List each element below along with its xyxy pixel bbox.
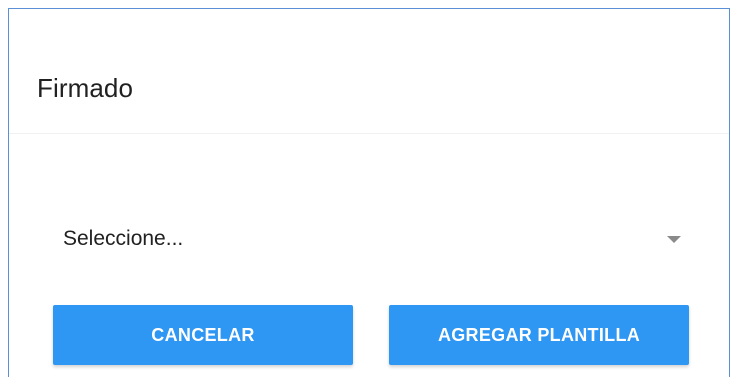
dialog-header: Firmado	[9, 9, 729, 134]
dialog-title: Firmado	[37, 73, 134, 103]
select-value: Seleccione...	[63, 227, 184, 250]
triangle-down-icon	[667, 236, 681, 243]
template-select[interactable]: Seleccione...	[53, 209, 693, 269]
cancel-button[interactable]: CANCELAR	[53, 305, 353, 365]
add-template-button[interactable]: AGREGAR PLANTILLA	[389, 305, 689, 365]
signed-dialog: Firmado Seleccione... CANCELAR AGREGAR P…	[8, 8, 730, 377]
